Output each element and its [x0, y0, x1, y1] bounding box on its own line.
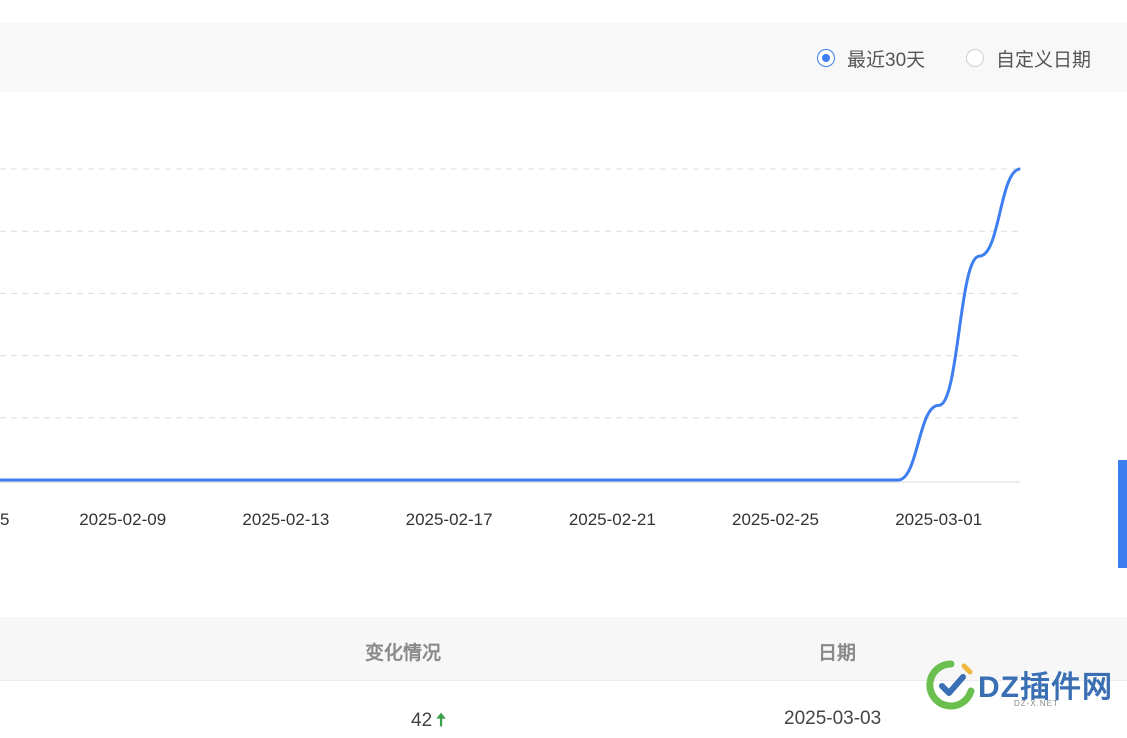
- scrollbar-thumb[interactable]: [1118, 460, 1127, 568]
- chart-gridlines: [0, 168, 1020, 419]
- watermark-subtitle: DZ-X.NET: [1014, 699, 1059, 708]
- radio-selected-icon: [817, 49, 835, 67]
- watermark-logo: [926, 660, 975, 710]
- radio-last-30-days[interactable]: 最近30天: [817, 46, 926, 71]
- watermark: DZ插件网 DZ-X.NET: [926, 656, 1126, 726]
- x-tick-label: 2025-02-13: [242, 510, 329, 529]
- trend-line-chart: 5 2025-02-09 2025-02-13 2025-02-17 2025-02-2…: [0, 167, 1021, 529]
- date-cell: 2025-03-03: [784, 708, 882, 729]
- x-tick-label: 2025-03-01: [895, 510, 982, 529]
- x-tick-label: 5: [0, 510, 9, 529]
- date-range-filter-bar: 最近30天 自定义日期: [0, 23, 1127, 92]
- radio-custom-date[interactable]: 自定义日期: [966, 46, 1092, 71]
- x-tick-label: 2025-02-25: [732, 510, 819, 529]
- change-value: 42: [411, 710, 433, 731]
- column-header-change: 变化情况: [365, 643, 442, 664]
- series-line: [0, 167, 1021, 482]
- x-tick-label: 2025-02-09: [79, 510, 166, 529]
- x-tick-label: 2025-02-17: [406, 510, 493, 529]
- x-axis-tick-labels: 5 2025-02-09 2025-02-13 2025-02-17 2025-02-2…: [0, 510, 982, 529]
- radio-label-last-30-days: 最近30天: [847, 49, 926, 71]
- column-header-date: 日期: [818, 643, 857, 664]
- radio-label-custom-date: 自定义日期: [996, 49, 1092, 71]
- radio-unselected-icon: [966, 49, 984, 67]
- arrow-up-icon: 🠅: [436, 710, 446, 730]
- x-tick-label: 2025-02-21: [569, 510, 656, 529]
- change-value-cell: 42 🠅: [411, 708, 446, 738]
